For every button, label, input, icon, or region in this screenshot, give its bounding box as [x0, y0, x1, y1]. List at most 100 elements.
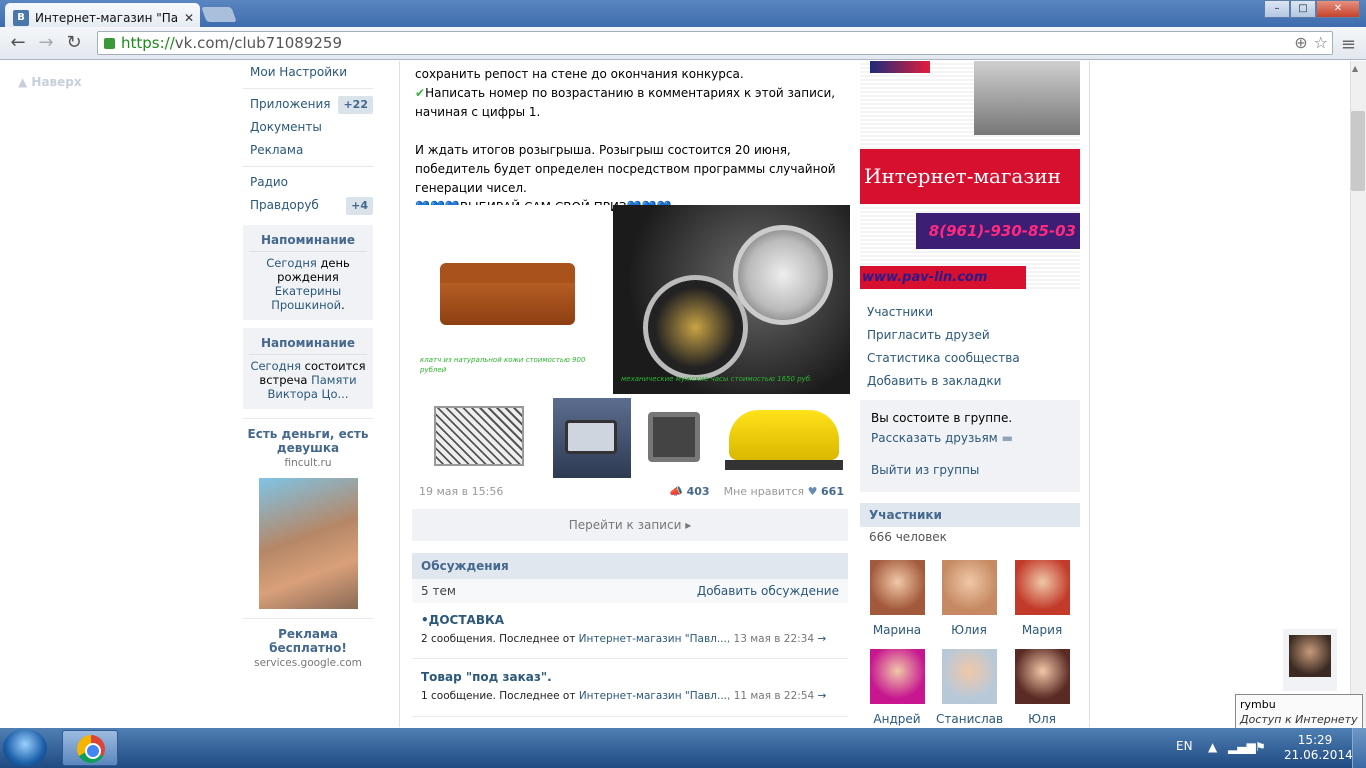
show-hidden-icons-icon[interactable]: ▲	[1208, 740, 1217, 754]
avatar[interactable]	[941, 560, 997, 615]
maximize-button[interactable]: □	[1290, 0, 1316, 18]
post-date[interactable]: 19 мая в 15:56	[419, 485, 503, 498]
reminder-today-link[interactable]: Сегодня	[266, 256, 317, 270]
network-signal-icon[interactable]: ▂▄▆	[1228, 740, 1256, 754]
member-item[interactable]: Мария	[1009, 560, 1075, 637]
apps-count-badge[interactable]: +22	[338, 96, 373, 114]
membership-box: Вы состоите в группе. Рассказать друзьям…	[860, 400, 1080, 492]
avatar[interactable]	[869, 560, 925, 615]
photo-watches[interactable]: механические мужские часы стоимостью 165…	[613, 205, 850, 394]
member-item[interactable]: Юля	[1009, 649, 1075, 726]
like-count[interactable]: 661	[821, 485, 844, 498]
members-header[interactable]: Участники	[860, 503, 1080, 527]
tab-close-icon[interactable]: ✕	[184, 11, 194, 25]
scroll-up-arrow-icon[interactable]: ▲	[1352, 64, 1358, 73]
ad-block[interactable]: Есть деньги, есть девушка fincult.ru	[243, 418, 373, 609]
member-item[interactable]: Станислав	[936, 649, 1003, 726]
ad-title[interactable]: Реклама бесплатно!	[243, 627, 373, 655]
topic-author-link[interactable]: Интернет-магазин "Павл...	[579, 690, 727, 702]
topic-author-link[interactable]: Интернет-магазин "Павл...	[579, 633, 727, 645]
action-center-flag-icon[interactable]: ⚑	[1255, 740, 1266, 754]
start-button[interactable]	[3, 729, 47, 767]
show-desktop-button[interactable]	[1352, 728, 1366, 768]
repost-icon[interactable]: 📣	[669, 485, 683, 498]
nav-item-radio[interactable]: Радио	[243, 171, 373, 194]
photo-watch-blue[interactable]	[553, 398, 631, 478]
ad-title[interactable]: Есть деньги, есть девушка	[243, 427, 373, 455]
community-stats-link[interactable]: Статистика сообщества	[867, 347, 1020, 370]
chrome-menu-icon[interactable]: ≡	[1341, 34, 1356, 55]
members-link[interactable]: Участники	[867, 301, 1020, 324]
address-bar[interactable]: https:// vk.com/club71089259 ⊕ ☆	[97, 31, 1333, 55]
nav-item-pravdorub[interactable]: Правдоруб +4	[243, 194, 373, 217]
banner-shop-name: Интернет-магазин	[860, 149, 1080, 204]
avatar[interactable]	[1014, 560, 1070, 615]
nav-item-ads[interactable]: Реклама	[243, 139, 373, 162]
add-bookmark-link[interactable]: Добавить в закладки	[867, 370, 1020, 393]
photo-bag[interactable]	[412, 398, 550, 478]
member-item[interactable]: Юлия	[936, 560, 1002, 637]
discussions-header[interactable]: Обсуждения	[412, 553, 848, 579]
photo-clutch[interactable]: клатч из натуральной кожи стоимостью 900…	[412, 205, 610, 394]
tooltip-title: rymbu	[1240, 698, 1276, 711]
chrome-taskbar-button[interactable]	[62, 730, 118, 766]
avatar[interactable]	[1289, 635, 1331, 677]
windows-taskbar: EN ▲ ▂▄▆ ⚑ 15:29 21.06.2014	[0, 728, 1366, 768]
scrollbar-thumb[interactable]	[1351, 111, 1365, 191]
chat-contact[interactable]	[1283, 629, 1337, 691]
reminder-title: Напоминание	[249, 233, 367, 252]
arrow-right-icon[interactable]: →	[817, 633, 826, 645]
topic-item[interactable]: •ДОСТАВКА 2 сообщения. Последнее от Инте…	[421, 613, 841, 645]
event-reminder: Напоминание Сегодня состоится встреча Па…	[243, 328, 373, 409]
avatar[interactable]	[1014, 649, 1070, 704]
photo-caption: механические мужские часы стоимостью 165…	[621, 375, 813, 383]
leave-group-link[interactable]: Выйти из группы	[871, 463, 1069, 477]
zoom-icon[interactable]: ⊕	[1294, 33, 1307, 52]
new-tab-button[interactable]	[201, 7, 237, 22]
minimize-button[interactable]: –	[1264, 0, 1290, 18]
bookmark-star-icon[interactable]: ☆	[1314, 33, 1328, 52]
like-label[interactable]: Мне нравится	[724, 485, 805, 498]
nav-item-settings[interactable]: Мои Настройки	[243, 61, 373, 84]
banner-phone: 8(961)-930-85-03	[916, 213, 1080, 249]
photo-moto-clock[interactable]	[717, 398, 850, 478]
add-discussion-link[interactable]: Добавить обсуждение	[697, 579, 839, 603]
speech-bubble-icon: ▬	[1001, 431, 1013, 445]
forward-icon[interactable]: →	[34, 32, 58, 53]
arrow-right-icon[interactable]: →	[818, 690, 827, 702]
reminder-today-link[interactable]: Сегодня	[250, 359, 301, 373]
photo-watch-bracelet[interactable]	[634, 398, 714, 478]
back-icon[interactable]: ←	[6, 32, 30, 53]
invite-friends-link[interactable]: Пригласить друзей	[867, 324, 1020, 347]
avatar[interactable]	[941, 649, 997, 704]
topic-item[interactable]: Товар "под заказ". 1 сообщение. Последне…	[421, 670, 841, 702]
scroll-up-link[interactable]: ▲ Наверх	[18, 75, 82, 89]
system-clock[interactable]: 15:29 21.06.2014	[1284, 733, 1353, 763]
browser-tab[interactable]: В Интернет-магазин "Павл ✕	[5, 3, 200, 27]
vk-favicon-icon: В	[13, 9, 29, 26]
repost-count[interactable]: 403	[687, 485, 710, 498]
reminder-person-link[interactable]: Екатерины Прошкиной	[271, 284, 341, 312]
clock-date: 21.06.2014	[1284, 748, 1353, 762]
group-cover-banner[interactable]: Интернет-магазин 8(961)-930-85-03 www.pa…	[860, 61, 1080, 289]
reminder-title: Напоминание	[249, 336, 367, 355]
ad-image[interactable]	[258, 478, 358, 609]
avatar[interactable]	[869, 649, 925, 704]
reload-icon[interactable]: ↻	[62, 32, 86, 53]
member-item[interactable]: Марина	[864, 560, 930, 637]
ad-block-google[interactable]: Реклама бесплатно! services.google.com	[243, 618, 373, 669]
member-item[interactable]: Андрей	[864, 649, 930, 726]
heart-icon[interactable]: ♥	[808, 485, 818, 498]
goto-post-button[interactable]: Перейти к записи ▸	[412, 509, 848, 541]
language-indicator[interactable]: EN	[1176, 739, 1193, 753]
close-window-button[interactable]: ✕	[1316, 0, 1360, 18]
browser-toolbar: ← → ↻ https:// vk.com/club71089259 ⊕ ☆ ≡	[0, 27, 1366, 60]
checkmark-icon: ✔	[415, 86, 426, 100]
topic-title[interactable]: •ДОСТАВКА	[421, 613, 841, 627]
nav-item-apps[interactable]: Приложения +22	[243, 93, 373, 116]
discussions-subheader: 5 тем Добавить обсуждение	[412, 579, 848, 603]
pravdorub-count-badge[interactable]: +4	[346, 197, 373, 215]
topic-title[interactable]: Товар "под заказ".	[421, 670, 841, 684]
nav-item-documents[interactable]: Документы	[243, 116, 373, 139]
tell-friends-link[interactable]: Рассказать друзьям ▬	[871, 431, 1069, 445]
